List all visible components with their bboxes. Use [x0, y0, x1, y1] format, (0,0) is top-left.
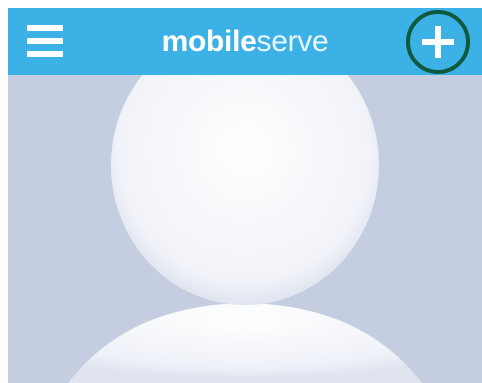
plus-icon [406, 10, 470, 74]
brand-name-light: serve [256, 25, 329, 58]
add-button[interactable] [403, 10, 473, 74]
default-user-avatar-icon [8, 25, 482, 383]
profile-avatar [8, 25, 482, 383]
top-app-bar: mobileserve [8, 8, 482, 75]
brand-name-bold: mobile [161, 25, 257, 58]
app-screen: mobileserve [8, 8, 482, 383]
